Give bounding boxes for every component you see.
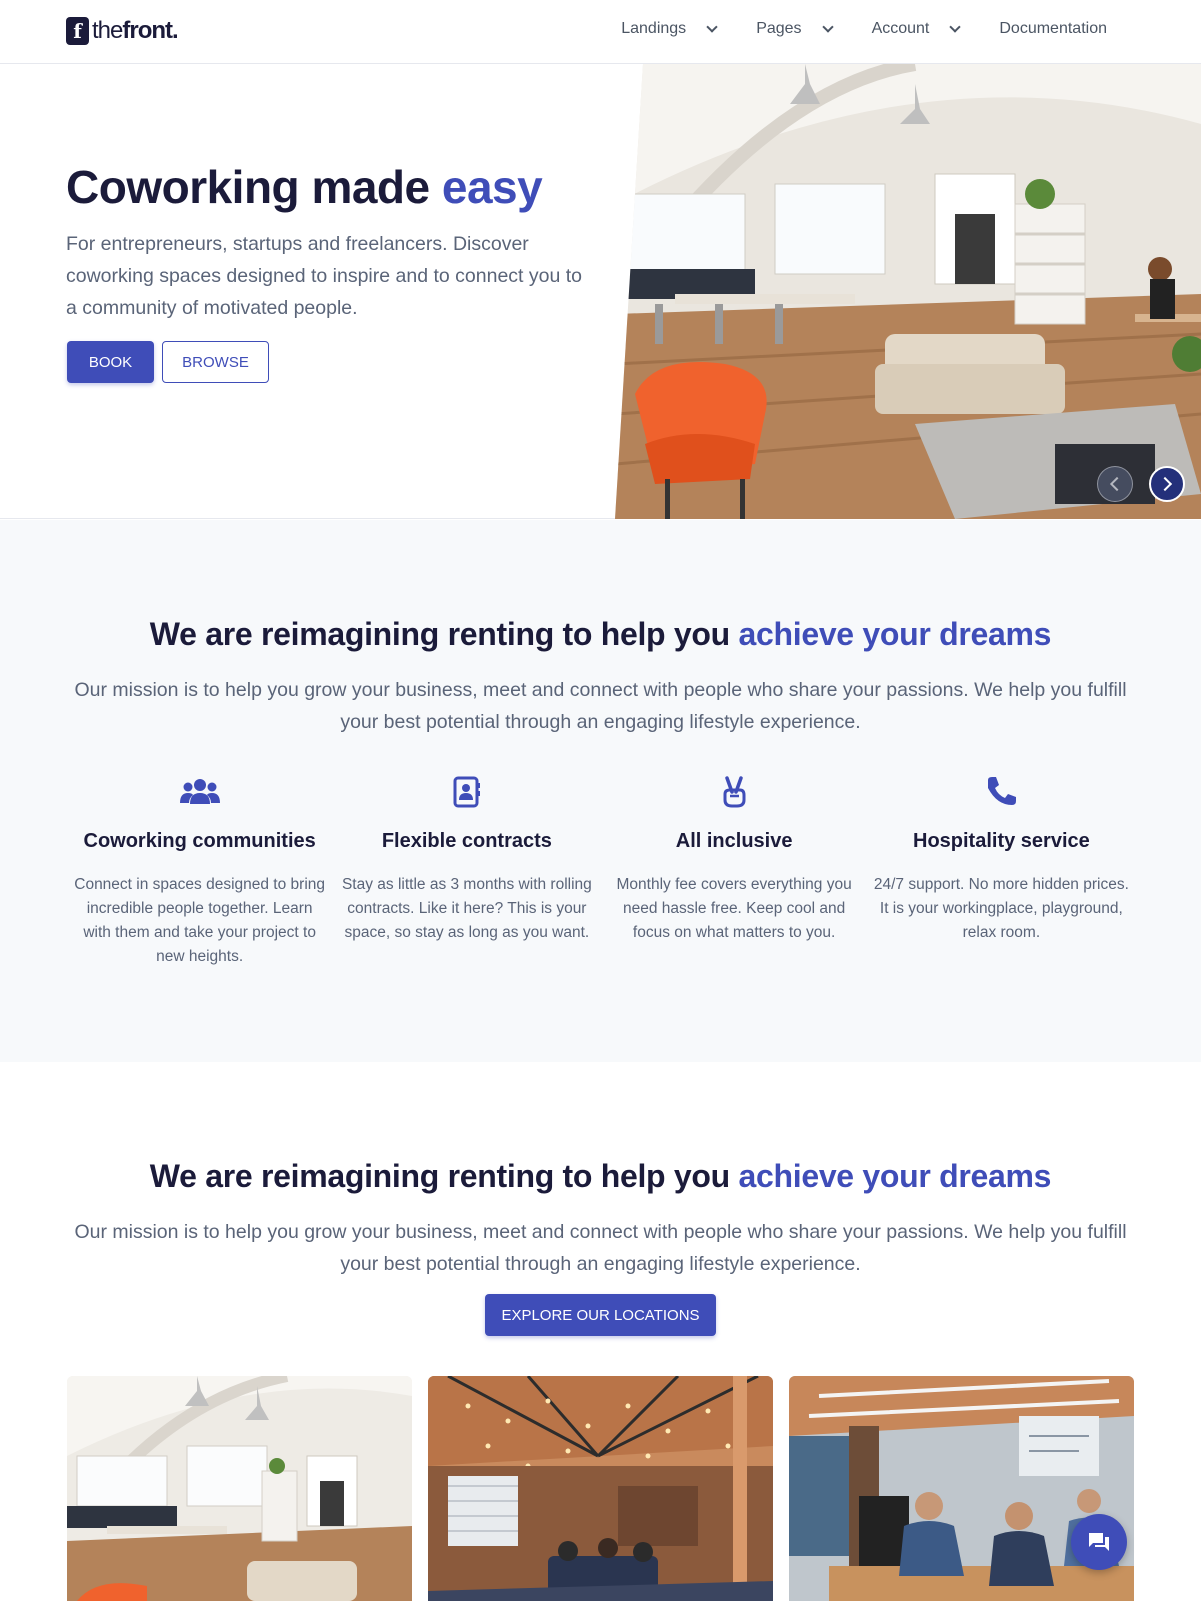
chevron-down-icon <box>949 20 962 33</box>
explore-locations-button[interactable]: EXPLORE OUR LOCATIONS <box>485 1294 716 1336</box>
mission-section: We are reimagining renting to help you a… <box>0 520 1201 1062</box>
feature-title: Hospitality service <box>913 830 1090 852</box>
chat-icon <box>1089 1533 1109 1551</box>
nav-item-documentation[interactable]: Documentation <box>999 20 1107 38</box>
hero-title: Coworking made easy <box>66 161 543 213</box>
locations-subtitle: Our mission is to help you grow your bus… <box>74 1221 1127 1275</box>
nav-label: Pages <box>756 20 802 37</box>
nav-item-landings[interactable]: Landings <box>621 20 718 38</box>
logo-mark-icon: f <box>66 17 89 45</box>
mission-title: We are reimagining renting to help you a… <box>149 616 1052 652</box>
feature-description: Connect in spaces designed to bring incr… <box>74 876 325 965</box>
carousel-next-button[interactable] <box>1149 466 1185 502</box>
mission-title-accent: achieve your dreams <box>738 616 1052 652</box>
logo-text: thefront. <box>92 17 179 44</box>
feature-title: Flexible contracts <box>381 830 552 852</box>
hero-office-image <box>615 64 1201 519</box>
book-button[interactable]: BOOK <box>67 341 154 383</box>
mission-subtitle: Our mission is to help you grow your bus… <box>74 679 1127 733</box>
main-nav: Landings Pages Account Documentation <box>621 20 1107 38</box>
brand-logo[interactable]: f thefront. <box>66 16 179 46</box>
feature-description: 24/7 support. No more hidden prices. It … <box>873 876 1129 941</box>
peace-hand-icon <box>601 772 868 812</box>
feature-card: Hospitality service 24/7 support. No mor… <box>868 772 1135 969</box>
hero-title-accent: easy <box>441 161 543 213</box>
location-card-image[interactable] <box>67 1376 412 1601</box>
nav-item-pages[interactable]: Pages <box>756 20 834 38</box>
nav-label: Landings <box>621 20 687 37</box>
nav-label: Documentation <box>999 20 1107 37</box>
feature-card: All inclusive Monthly fee covers everyth… <box>601 772 868 969</box>
users-icon <box>66 772 333 812</box>
chat-button[interactable] <box>1071 1514 1127 1570</box>
nav-item-account[interactable]: Account <box>871 20 962 38</box>
browse-button[interactable]: BROWSE <box>162 341 269 383</box>
locations-title-accent: achieve your dreams <box>738 1158 1052 1194</box>
hero-subtitle: For entrepreneurs, startups and freelanc… <box>66 233 582 319</box>
address-book-icon <box>333 772 600 812</box>
site-header: f thefront. Landings Pages Account Docum… <box>0 0 1201 64</box>
chevron-down-icon <box>821 20 834 33</box>
feature-title: All inclusive <box>675 830 793 852</box>
carousel-prev-button[interactable] <box>1097 466 1133 502</box>
nav-label: Account <box>871 20 930 37</box>
feature-card: Coworking communities Connect in spaces … <box>66 772 333 969</box>
feature-description: Stay as little as 3 months with rolling … <box>341 876 592 941</box>
feature-description: Monthly fee covers everything you need h… <box>616 876 852 941</box>
feature-card: Flexible contracts Stay as little as 3 m… <box>333 772 600 969</box>
features-grid: Coworking communities Connect in spaces … <box>66 772 1135 969</box>
chevron-down-icon <box>706 20 718 33</box>
phone-icon <box>868 772 1135 812</box>
chevron-left-icon <box>1109 476 1125 492</box>
feature-title: Coworking communities <box>83 830 316 852</box>
location-card-image[interactable] <box>428 1376 773 1601</box>
location-card-image[interactable] <box>789 1376 1134 1601</box>
chevron-right-icon <box>1157 476 1173 492</box>
locations-title: We are reimagining renting to help you a… <box>149 1158 1052 1194</box>
